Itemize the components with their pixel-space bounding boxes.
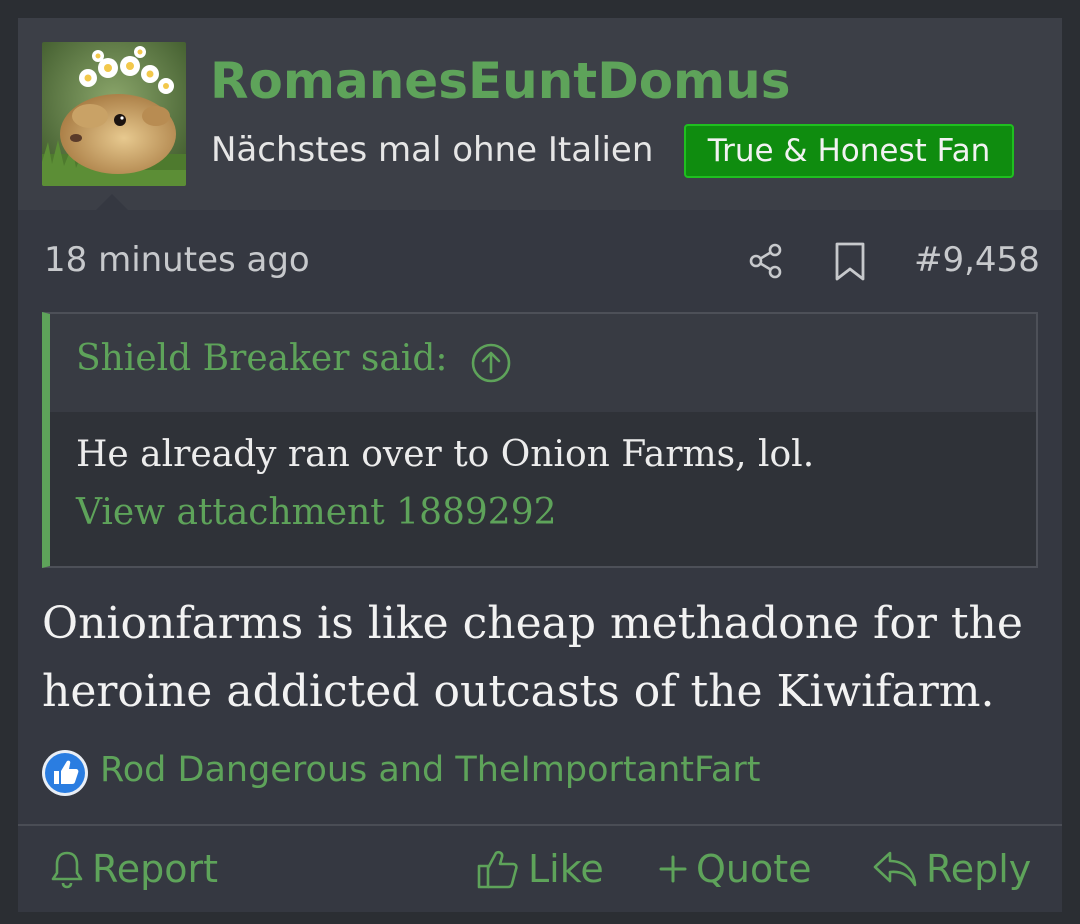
reaction-users-link[interactable]: Rod Dangerous and TheImportantFart <box>100 750 760 790</box>
like-button[interactable]: Like <box>476 844 604 894</box>
quote-label: Quote <box>696 847 812 891</box>
plus-icon <box>659 855 687 883</box>
user-title: Nächstes mal ohne Italien <box>211 130 654 170</box>
user-banner-badge: True & Honest Fan <box>684 124 1014 178</box>
quote-author-link[interactable]: Shield Breaker said: <box>76 338 448 379</box>
quote-block: Shield Breaker said: He already ran over… <box>42 312 1038 568</box>
bell-icon <box>51 851 83 889</box>
reply-arrow-icon <box>873 851 917 887</box>
share-icon[interactable] <box>748 243 784 279</box>
quote-button[interactable]: Quote <box>658 844 812 894</box>
quote-text: He already ran over to Onion Farms, lol. <box>76 434 815 475</box>
avatar[interactable] <box>42 42 186 186</box>
report-label: Report <box>92 847 218 891</box>
post-number-link[interactable]: #9,458 <box>914 240 1040 280</box>
thumbs-up-outline-icon <box>477 850 518 889</box>
post-card: RomanesEuntDomus Nächstes mal ohne Itali… <box>18 18 1062 912</box>
footer-divider <box>18 824 1062 826</box>
reply-label: Reply <box>926 847 1032 891</box>
quote-header: Shield Breaker said: <box>50 314 1036 412</box>
user-header: RomanesEuntDomus Nächstes mal ohne Itali… <box>18 18 1062 210</box>
arrow-up-circle-icon[interactable] <box>470 342 512 384</box>
attachment-link[interactable]: View attachment 1889292 <box>76 492 557 533</box>
report-button[interactable]: Report <box>50 844 218 894</box>
post-timestamp-link[interactable]: 18 minutes ago <box>44 240 310 280</box>
thumbs-up-icon <box>42 750 88 796</box>
username-link[interactable]: RomanesEuntDomus <box>210 52 791 110</box>
post-message: Onionfarms is like cheap methadone for t… <box>42 598 1023 717</box>
bookmark-icon[interactable] <box>834 242 866 282</box>
reply-button[interactable]: Reply <box>872 844 1031 894</box>
avatar-pointer <box>96 194 128 210</box>
like-label: Like <box>528 847 604 891</box>
